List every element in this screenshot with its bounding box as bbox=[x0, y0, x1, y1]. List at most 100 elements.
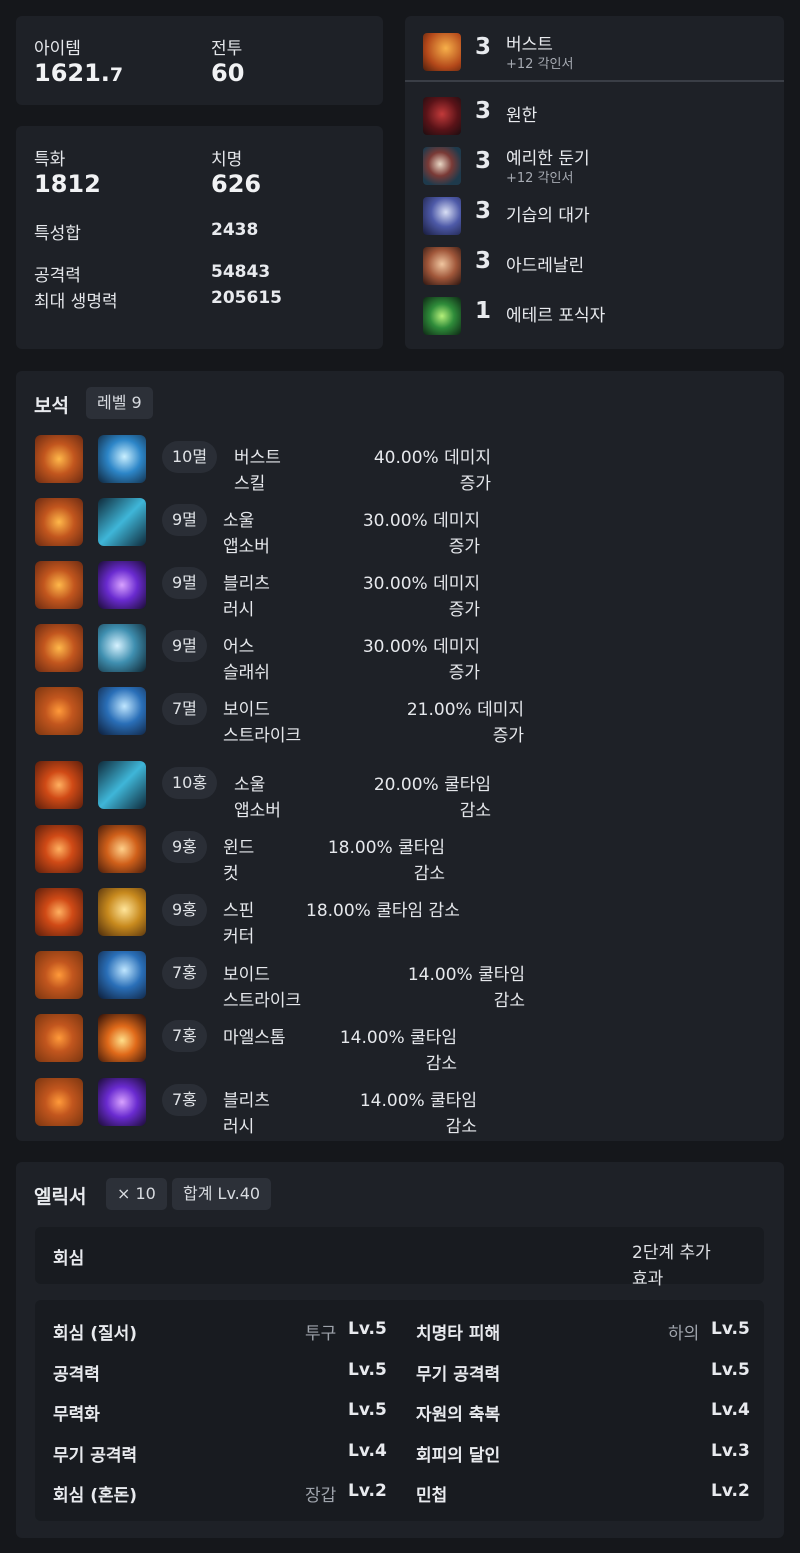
elixir-option-name: 자원의 축복 bbox=[416, 1405, 501, 1425]
elixir-set-bonus: 2단계 추가 효과 bbox=[632, 1240, 711, 1292]
gem-skill-name: 스핀커터 bbox=[223, 898, 254, 950]
gem-effect: 18.00% 쿨타임 감소 bbox=[306, 898, 460, 924]
attack-label: 공격력 bbox=[34, 266, 81, 286]
gem-effect-line: 18.00% 쿨타임 bbox=[327, 838, 445, 858]
gem-skill-name-line: 블리츠 bbox=[223, 1091, 270, 1111]
gem-skill-name-line: 앱소버 bbox=[223, 537, 270, 557]
keen-blunt-weapon-icon bbox=[423, 147, 461, 185]
burst-skill-icon bbox=[98, 435, 146, 483]
elixir-row[interactable]: 공격력 Lv.5 bbox=[53, 1356, 387, 1386]
elixir-row[interactable]: 무력화 Lv.5 bbox=[53, 1396, 387, 1426]
engraving-row[interactable]: 1 에테르 포식자 bbox=[423, 293, 783, 337]
gem-skill-name: 블리츠 러시 bbox=[223, 1088, 270, 1140]
engraving-book: +12 각인서 bbox=[506, 57, 574, 72]
elixir-equip-slot: 하의 bbox=[668, 1324, 700, 1344]
gem-skill-name-line: 스핀 bbox=[223, 901, 255, 921]
stats-card: 특화 1812 치명 626 특성합 2438 공격력 54843 최대 생명력… bbox=[16, 126, 383, 349]
gem-level-badge: 9홍 bbox=[162, 831, 207, 863]
item-level-decimal: 7 bbox=[109, 64, 124, 86]
elixir-option-level: Lv.5 bbox=[348, 1319, 387, 1339]
gem-effect-line: 30.00% 데미지 bbox=[362, 574, 480, 594]
gem-effect-line: 증가 bbox=[492, 726, 524, 746]
engraving-row[interactable]: 3 예리한 둔기 +12 각인서 bbox=[423, 143, 783, 187]
gem-skill-name: 보이드 스트라이크 bbox=[223, 697, 301, 749]
elixir-row[interactable]: 회피의 달인 Lv.3 bbox=[416, 1437, 750, 1467]
gem-skill-name-line: 블리츠 bbox=[223, 574, 270, 594]
gem-skill-name: 윈드 컷 bbox=[223, 835, 254, 887]
elixir-option-level: Lv.5 bbox=[348, 1360, 387, 1380]
gem-skill-name: 마엘스톰 bbox=[223, 1025, 286, 1051]
elixir-option-level: Lv.3 bbox=[711, 1441, 750, 1461]
elixir-row[interactable]: 무기 공격력 Lv.5 bbox=[416, 1356, 750, 1386]
engraving-name: 예리한 둔기 bbox=[506, 149, 590, 169]
elixir-row[interactable]: 회심 (질서) 투구 Lv.5 bbox=[53, 1315, 387, 1345]
elixir-list-box: 회심 (질서) 투구 Lv.5 공격력 Lv.5 무력화 Lv.5 무기 공격력… bbox=[35, 1300, 764, 1521]
combat-level-label: 전투 bbox=[211, 39, 243, 59]
engraving-book: +12 각인서 bbox=[506, 171, 574, 186]
engraving-row[interactable]: 3 원한 bbox=[423, 93, 783, 137]
elixir-option-level: Lv.2 bbox=[348, 1481, 387, 1501]
gem-skill-name-line: 소울 bbox=[223, 511, 255, 531]
gem-level-badge: 7홍 bbox=[162, 957, 207, 989]
elixir-row[interactable]: 자원의 축복 Lv.4 bbox=[416, 1396, 750, 1426]
adrenaline-icon bbox=[423, 247, 461, 285]
engraving-level: 3 bbox=[475, 148, 492, 174]
engraving-row[interactable]: 3 아드레날린 bbox=[423, 243, 783, 287]
gem-skill-name-line: 마엘스톰 bbox=[223, 1028, 286, 1048]
gem-skill-name: 소울 앱소버 bbox=[234, 772, 281, 824]
blitz-rush-skill-icon bbox=[98, 561, 146, 609]
stat-sum-value: 2438 bbox=[211, 220, 259, 240]
gem-effect-line: 21.00% 데미지 bbox=[406, 700, 524, 720]
wind-cut-skill-icon bbox=[98, 825, 146, 873]
elixir-equip-slot: 장갑 bbox=[305, 1486, 337, 1506]
gem-skill-name-line: 커터 bbox=[223, 927, 255, 947]
elixir-count-chip: × 10 bbox=[106, 1178, 167, 1210]
engraving-row[interactable]: 3 기습의 대가 bbox=[423, 193, 783, 237]
elixir-set-bonus-line: 2단계 추가 bbox=[632, 1243, 711, 1263]
elixir-card: 엘릭서 × 10 합계 Lv.40 회심 2단계 추가 효과 회심 (질서) 투구… bbox=[16, 1162, 784, 1538]
gem-effect: 40.00% 데미지 증가 bbox=[371, 445, 491, 497]
engraving-name: 원한 bbox=[506, 106, 538, 126]
spin-cutter-skill-icon bbox=[98, 888, 146, 936]
annihilation-gem-icon bbox=[35, 561, 83, 609]
gem-level-badge: 7홍 bbox=[162, 1084, 207, 1116]
gem-effect-line: 증가 bbox=[459, 474, 491, 494]
elixir-set-box: 회심 2단계 추가 효과 bbox=[35, 1227, 764, 1289]
gem-effect: 30.00% 데미지증가 bbox=[360, 571, 480, 623]
elixir-option-name: 무기 공격력 bbox=[416, 1365, 501, 1385]
gem-level-badge: 7멸 bbox=[162, 693, 207, 725]
elixir-row[interactable]: 민첩 Lv.2 bbox=[416, 1477, 750, 1507]
gem-skill-name-line: 윈드 bbox=[223, 838, 255, 858]
gem-level-badge: 10홍 bbox=[162, 767, 218, 799]
gem-skill-name-line: 보이드 bbox=[223, 700, 270, 720]
item-level-value: 1621.7 bbox=[34, 59, 123, 87]
annihilation-gem-icon bbox=[35, 624, 83, 672]
item-level-card: 아이템 1621.7 전투 60 bbox=[16, 16, 383, 105]
elixir-option-name: 회피의 달인 bbox=[416, 1446, 501, 1466]
elixir-option-level: Lv.5 bbox=[348, 1400, 387, 1420]
crimson-flame-gem-icon bbox=[35, 951, 83, 999]
elixir-row[interactable]: 치명타 피해 하의 Lv.5 bbox=[416, 1315, 750, 1345]
elixir-option-level: Lv.2 bbox=[711, 1481, 750, 1501]
gem-skill-name: 보이드 스트라이크 bbox=[223, 962, 301, 1014]
elixir-row[interactable]: 회심 (혼돈) 장갑 Lv.2 bbox=[53, 1477, 387, 1507]
gem-effect-line: 증가 bbox=[448, 600, 480, 620]
engraving-name: 기습의 대가 bbox=[506, 206, 590, 226]
gem-effect-line: 20.00% 쿨타임 bbox=[373, 775, 491, 795]
max-hp-value: 205615 bbox=[211, 288, 282, 308]
gem-effect-line: 감소 bbox=[413, 864, 445, 884]
crit-value: 626 bbox=[211, 170, 262, 198]
gem-effect: 14.00% 쿨타임 감소 bbox=[357, 1088, 477, 1140]
item-level-integer: 1621. bbox=[34, 59, 110, 87]
gem-skill-name-line: 어스 bbox=[223, 637, 255, 657]
gem-effect: 14.00% 쿨타임 감소 bbox=[405, 962, 525, 1014]
void-strike-skill-icon bbox=[98, 951, 146, 999]
engraving-row[interactable]: 3 버스트 +12 각인서 bbox=[423, 29, 783, 73]
gems-title: 보석 bbox=[34, 395, 69, 417]
soul-absorber-skill-icon bbox=[98, 761, 146, 809]
item-level-label: 아이템 bbox=[34, 39, 81, 59]
gem-skill-name-line: 보이드 bbox=[223, 965, 270, 985]
gem-skill-name-line: 러시 bbox=[223, 600, 255, 620]
elixir-row[interactable]: 무기 공격력 Lv.4 bbox=[53, 1437, 387, 1467]
engraving-level: 3 bbox=[475, 34, 492, 60]
